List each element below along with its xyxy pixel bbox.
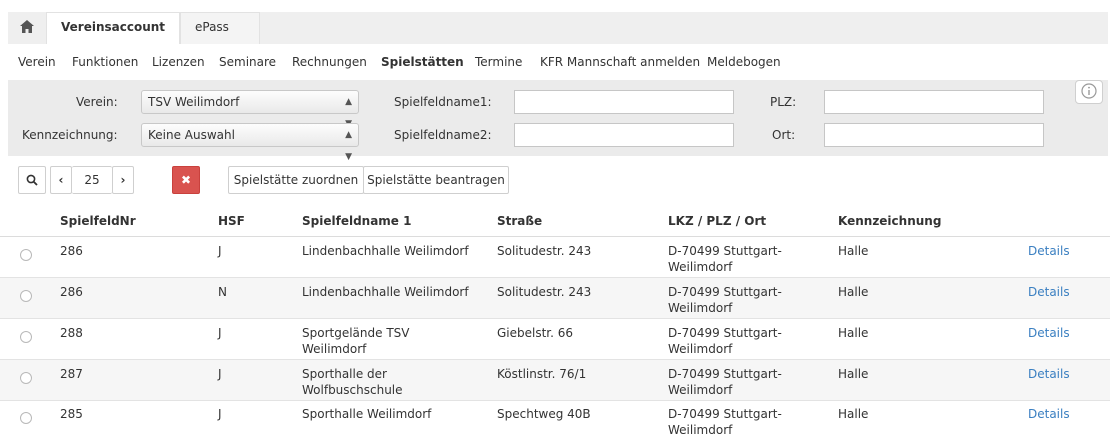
details-link[interactable]: Details: [1028, 325, 1070, 341]
cell-strasse: Köstlinstr. 76/1: [497, 367, 587, 381]
ort-input[interactable]: [824, 123, 1044, 147]
col-spielfeldname1[interactable]: Spielfeldname 1: [302, 214, 411, 228]
filter-panel: Verein: TSV Weilimdorf ▲▼ Kennzeichnung:…: [8, 80, 1108, 162]
spielfeldname1-input[interactable]: [514, 90, 734, 114]
row-radio[interactable]: [20, 249, 32, 261]
cell-ort: D-70499 Stuttgart-Weilimdorf: [668, 285, 782, 315]
cell-ort: D-70499 Stuttgart-Weilimdorf: [668, 407, 782, 437]
nav-kfr-mannschaft-anmelden[interactable]: KFR Mannschaft anmelden: [540, 55, 700, 69]
nav-verein[interactable]: Verein: [18, 55, 56, 69]
cell-strasse: Spechtweg 40B: [497, 407, 591, 421]
cell-spielfeldnr: 288: [60, 326, 83, 340]
col-hsf[interactable]: HSF: [218, 214, 245, 228]
kennzeichnung-select-value: Keine Auswahl: [148, 128, 235, 142]
home-icon: [20, 20, 34, 33]
col-kennzeichnung[interactable]: Kennzeichnung: [838, 214, 941, 228]
nav-meldebogen[interactable]: Meldebogen: [707, 55, 781, 69]
cell-ort: D-70499 Stuttgart-Weilimdorf: [668, 367, 782, 397]
col-spielfeldnr[interactable]: SpielfeldNr: [60, 214, 136, 228]
cell-ort: D-70499 Stuttgart-Weilimdorf: [668, 244, 782, 274]
cell-hsf: N: [218, 285, 227, 299]
cell-spielfeldname: Lindenbachhalle Weilimdorf: [302, 244, 469, 258]
prev-page-button[interactable]: ‹: [50, 166, 72, 194]
cell-kennzeichnung: Halle: [838, 244, 869, 258]
clear-button[interactable]: ✖: [172, 166, 200, 194]
search-button[interactable]: [18, 166, 46, 194]
cell-hsf: J: [218, 326, 222, 340]
nav-termine[interactable]: Termine: [475, 55, 522, 69]
close-icon: ✖: [180, 173, 192, 187]
table-row[interactable]: 287 J Sporthalle der Wolfbuschschule Kös…: [0, 360, 1110, 401]
cell-strasse: Solitudestr. 243: [497, 244, 592, 258]
verein-label: Verein:: [76, 95, 118, 109]
details-link[interactable]: Details: [1028, 284, 1070, 300]
cell-kennzeichnung: Halle: [838, 367, 869, 381]
info-button[interactable]: [1075, 80, 1103, 104]
page-size-value: 25: [84, 173, 100, 187]
cell-kennzeichnung: Halle: [838, 407, 869, 421]
nav-seminare[interactable]: Seminare: [219, 55, 276, 69]
cell-hsf: J: [218, 407, 222, 421]
plz-label: PLZ:: [770, 95, 797, 109]
details-link[interactable]: Details: [1028, 243, 1070, 259]
tab-epass[interactable]: ePass: [180, 12, 260, 44]
next-page-button[interactable]: ›: [112, 166, 134, 194]
tab-vereinsaccount[interactable]: Vereinsaccount: [46, 12, 180, 44]
row-radio[interactable]: [20, 290, 32, 302]
row-radio[interactable]: [20, 331, 32, 343]
nav-spielstaetten[interactable]: Spielstätten: [381, 55, 464, 69]
cell-spielfeldnr: 286: [60, 285, 83, 299]
col-lkz-plz-ort[interactable]: LKZ / PLZ / Ort: [668, 214, 766, 228]
assign-venue-button[interactable]: Spielstätte zuordnen: [228, 166, 364, 194]
table-row[interactable]: 285 J Sporthalle Weilimdorf Spechtweg 40…: [0, 400, 1110, 437]
page-size-field[interactable]: 25: [72, 166, 112, 194]
tab-bar: Vereinsaccount ePass: [8, 12, 1108, 44]
updown-arrow-icon: ▲▼: [345, 130, 352, 162]
cell-spielfeldname: Sportgelände TSV Weilimdorf: [302, 326, 410, 356]
col-strasse[interactable]: Straße: [497, 214, 542, 228]
kennzeichnung-label: Kennzeichnung:: [22, 128, 118, 142]
table-row[interactable]: 286 J Lindenbachhalle Weilimdorf Solitud…: [0, 237, 1110, 278]
cell-spielfeldname: Lindenbachhalle Weilimdorf: [302, 285, 469, 299]
kennzeichnung-select[interactable]: Keine Auswahl ▲ ▼: [141, 123, 359, 162]
verein-select[interactable]: TSV Weilimdorf ▲▼: [141, 90, 359, 129]
sub-navigation: Verein Funktionen Lizenzen Seminare Rech…: [0, 44, 1110, 78]
cell-kennzeichnung: Halle: [838, 326, 869, 340]
tab-home[interactable]: [8, 12, 46, 44]
spielfeldname2-input[interactable]: [514, 123, 734, 147]
verein-select-value: TSV Weilimdorf: [148, 95, 240, 109]
plz-input[interactable]: [824, 90, 1044, 114]
cell-spielfeldname: Sporthalle der Wolfbuschschule: [302, 367, 403, 397]
cell-spielfeldnr: 287: [60, 367, 83, 381]
table-row[interactable]: 288 J Sportgelände TSV Weilimdorf Giebel…: [0, 319, 1110, 360]
spielfeldname1-label: Spielfeldname1:: [394, 95, 492, 109]
cell-spielfeldnr: 285: [60, 407, 83, 421]
cell-hsf: J: [218, 244, 222, 258]
table-header: SpielfeldNr HSF Spielfeldname 1 Straße L…: [0, 208, 1110, 237]
chevron-right-icon: ›: [120, 173, 126, 187]
nav-funktionen[interactable]: Funktionen: [72, 55, 138, 69]
table-row[interactable]: 286 N Lindenbachhalle Weilimdorf Solitud…: [0, 278, 1110, 319]
ort-label: Ort:: [772, 128, 796, 142]
cell-strasse: Solitudestr. 243: [497, 285, 592, 299]
cell-ort: D-70499 Stuttgart-Weilimdorf: [668, 326, 782, 356]
nav-rechnungen[interactable]: Rechnungen: [292, 55, 367, 69]
details-link[interactable]: Details: [1028, 366, 1070, 382]
cell-kennzeichnung: Halle: [838, 285, 869, 299]
chevron-left-icon: ‹: [58, 173, 64, 187]
row-radio[interactable]: [20, 372, 32, 384]
row-radio[interactable]: [20, 412, 32, 424]
search-icon: [26, 174, 38, 186]
cell-hsf: J: [218, 367, 222, 381]
cell-spielfeldnr: 286: [60, 244, 83, 258]
nav-lizenzen[interactable]: Lizenzen: [152, 55, 205, 69]
details-link[interactable]: Details: [1028, 406, 1070, 422]
request-venue-button[interactable]: Spielstätte beantragen: [363, 166, 509, 194]
toolbar: ‹ 25 › ✖ Spielstätte zuordnen Spielstätt…: [18, 166, 518, 194]
cell-spielfeldname: Sporthalle Weilimdorf: [302, 407, 432, 421]
spielfeldname2-label: Spielfeldname2:: [394, 128, 492, 142]
cell-strasse: Giebelstr. 66: [497, 326, 574, 340]
info-icon: [1081, 83, 1097, 99]
